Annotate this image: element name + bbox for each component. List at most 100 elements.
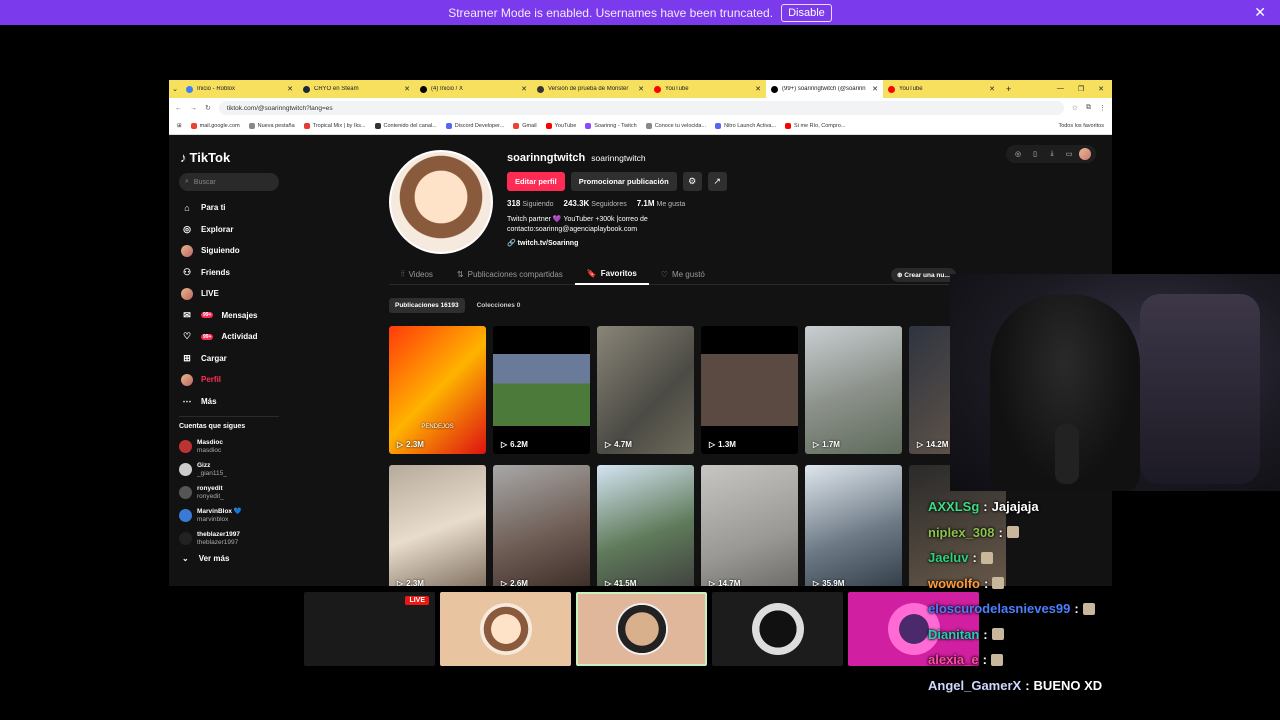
profile-link[interactable]: 🔗 twitch.tv/Soarinng <box>507 239 867 247</box>
video-card[interactable]: ▷ 35.9M <box>805 465 902 586</box>
video-card[interactable]: ▷ 4.7M <box>597 326 694 454</box>
search-input[interactable]: ⌕ Buscar <box>179 173 279 191</box>
maximize-icon[interactable]: ❐ <box>1078 85 1084 93</box>
sidebar-item-para-ti[interactable]: ⌂ Para ti <box>179 197 279 219</box>
video-card[interactable]: PENDEJOS ▷ 2.3M <box>389 326 486 454</box>
play-icon: ▷ <box>397 440 404 449</box>
stat-followers[interactable]: 243.3K Seguidores <box>564 199 627 208</box>
following-account[interactable]: Gizz _gian115_ <box>179 458 279 481</box>
sidebar-item-mensajes[interactable]: ✉ 99+ Mensajes <box>179 305 279 327</box>
reload-icon[interactable]: ↻ <box>205 104 211 112</box>
sidebar-item-cargar[interactable]: ⊞ Cargar <box>179 348 279 370</box>
extensions-icon[interactable]: ⧉ <box>1086 104 1091 112</box>
phone-icon[interactable]: ▯ <box>1028 148 1042 160</box>
video-card[interactable]: ▷ 2.3M <box>389 465 486 586</box>
participant-tile[interactable]: LIVE <box>304 592 435 666</box>
tiktok-logo[interactable]: ♪ TikTok <box>179 150 279 165</box>
bookmark-item[interactable]: Gmail <box>513 123 537 129</box>
sidebar-item-explorar[interactable]: ◎ Explorar <box>179 219 279 241</box>
video-card[interactable]: ▷ 6.2M <box>493 326 590 454</box>
tab-close-icon[interactable]: ✕ <box>638 85 644 93</box>
bookmark-item[interactable]: Nueva pestaña <box>248 123 295 129</box>
compass-icon[interactable]: ◎ <box>1011 148 1025 160</box>
browser-tab[interactable]: YouTube ✕ <box>883 80 1000 98</box>
bookmark-item[interactable]: Contenido del canal... <box>374 123 437 129</box>
apps-icon[interactable]: ⊞ <box>177 123 182 129</box>
minimize-icon[interactable]: — <box>1057 85 1064 93</box>
sidebar-item-perfil[interactable]: Perfil <box>179 369 279 391</box>
sidebar-item-live[interactable]: LIVE <box>179 283 279 305</box>
create-collection-button[interactable]: ⊕ Crear una nu... <box>891 268 956 282</box>
following-account[interactable]: MarvinBlox 💙 marvinblox <box>179 504 279 527</box>
browser-tab[interactable]: YouTube ✕ <box>649 80 766 98</box>
bookmark-item[interactable]: YouTube <box>545 123 576 129</box>
video-card[interactable]: ▷ 1.3M <box>701 326 798 454</box>
tab-close-icon[interactable]: ✕ <box>404 85 410 93</box>
tab-favoritos[interactable]: 🔖 Favoritos <box>574 263 649 285</box>
browser-tab[interactable]: (4) Inicio / X ✕ <box>415 80 532 98</box>
tab-label: YouTube <box>899 86 923 92</box>
tab-me-gustó[interactable]: ♡ Me gustó <box>649 263 717 285</box>
tab-close-icon[interactable]: ✕ <box>755 85 761 93</box>
tab-close-icon[interactable]: ✕ <box>287 85 293 93</box>
disable-streamer-mode-button[interactable]: Disable <box>781 3 832 22</box>
edit-profile-button[interactable]: Editar perfil <box>507 172 565 191</box>
participant-tile[interactable] <box>576 592 707 666</box>
tab-publicaciones-compartidas[interactable]: ⇅ Publicaciones compartidas <box>445 263 575 285</box>
following-account[interactable]: ronyedit ronyedit_ <box>179 481 279 504</box>
video-card[interactable]: ▷ 1.7M <box>805 326 902 454</box>
stat-following[interactable]: 318 Siguiendo <box>507 199 554 208</box>
participant-avatar <box>479 603 532 655</box>
bookmark-star-icon[interactable]: ☆ <box>1072 104 1078 112</box>
browser-tab[interactable]: Inicio - Roblox ✕ <box>181 80 298 98</box>
tab-search-icon[interactable]: ⌄ <box>169 85 181 93</box>
window-close-icon[interactable]: ✕ <box>1098 85 1104 93</box>
tab-label: (4) Inicio / X <box>431 86 464 92</box>
sidebar-item-más[interactable]: ⋯ Más <box>179 391 279 413</box>
tab-close-icon[interactable]: ✕ <box>521 85 527 93</box>
tab-videos[interactable]: ⦙⦙ Videos <box>389 263 445 285</box>
following-account[interactable]: Masdioc masdioc <box>179 435 279 458</box>
bookmark-item[interactable]: Tropical Mix | by Iks... <box>303 123 366 129</box>
download-icon[interactable]: ⤓ <box>1045 148 1059 160</box>
forward-icon[interactable]: → <box>190 105 197 112</box>
chat-message: eloscurodelasnieves99: <box>928 596 1278 622</box>
following-account[interactable]: theblazer1997 theblazer1997 <box>179 527 279 550</box>
promote-post-button[interactable]: Promocionar publicación <box>570 172 677 191</box>
participant-tile[interactable] <box>712 592 843 666</box>
browser-tab[interactable]: (99+) soarinngtwitch (@soarinn ✕ <box>766 80 883 98</box>
see-more-button[interactable]: ⌄ Ver más <box>179 554 279 563</box>
back-icon[interactable]: ← <box>175 105 182 112</box>
video-card[interactable]: ▷ 14.7M <box>701 465 798 586</box>
bookmark-item[interactable]: Discord Developer... <box>445 123 504 129</box>
inbox-icon[interactable]: ▭ <box>1062 148 1076 160</box>
browser-tab[interactable]: Versión de prueba de Monster ✕ <box>532 80 649 98</box>
sidebar-item-friends[interactable]: ⚇ Friends <box>179 262 279 284</box>
sidebar-item-siguiendo[interactable]: Siguiendo <box>179 240 279 262</box>
user-avatar[interactable] <box>1079 148 1091 160</box>
bookmark-item[interactable]: Soarinng - Twitch <box>585 123 637 129</box>
all-bookmarks[interactable]: Todos los favoritos <box>1058 123 1104 129</box>
menu-icon[interactable]: ⋮ <box>1099 104 1106 112</box>
bookmark-item[interactable]: mail.google.com <box>190 123 240 129</box>
new-tab-button[interactable]: + <box>1000 84 1017 94</box>
share-icon[interactable]: ↗ <box>707 172 727 191</box>
close-icon[interactable]: ✕ <box>1254 4 1266 21</box>
browser-tab[interactable]: CRYO en Steam ✕ <box>298 80 415 98</box>
tab-close-icon[interactable]: ✕ <box>872 85 878 93</box>
bookmark-item[interactable]: Conoce tu velocida... <box>645 123 706 129</box>
tab-close-icon[interactable]: ✕ <box>989 85 995 93</box>
subtab[interactable]: Publicaciones 16193 <box>389 298 465 313</box>
url-text: tiktok.com/@soarinngtwitch?lang=es <box>226 104 333 112</box>
profile-avatar[interactable] <box>389 150 493 254</box>
sidebar-item-actividad[interactable]: ♡ 99+ Actividad <box>179 326 279 348</box>
bookmark-item[interactable]: Si me Río, Compro... <box>785 123 845 129</box>
video-card[interactable]: ▷ 2.6M <box>493 465 590 586</box>
participant-tile[interactable] <box>440 592 571 666</box>
video-card[interactable]: ▷ 41.5M <box>597 465 694 586</box>
settings-icon[interactable]: ⚙ <box>682 172 702 191</box>
subtab[interactable]: Colecciones 0 <box>471 298 527 313</box>
bookmark-item[interactable]: Nitro Launch Activa... <box>715 123 776 129</box>
bookmark-favicon-icon <box>445 123 452 129</box>
url-input[interactable]: tiktok.com/@soarinngtwitch?lang=es <box>218 101 1064 115</box>
